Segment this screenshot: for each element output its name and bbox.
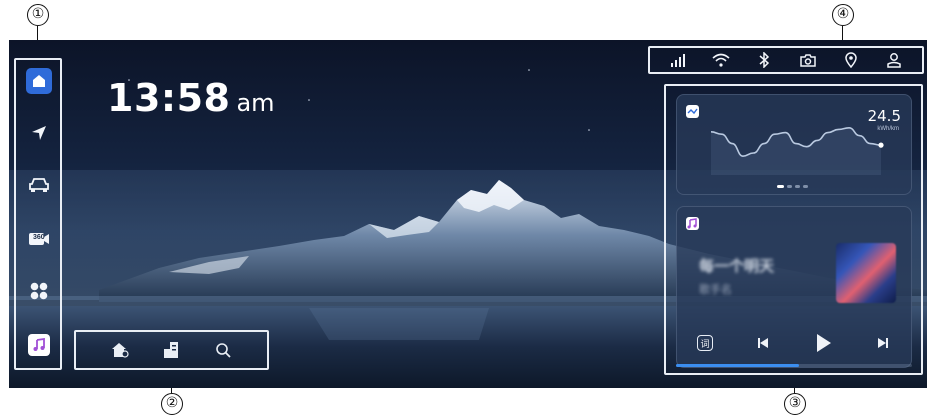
page-dots: [777, 185, 808, 188]
callout-4: ④: [832, 4, 854, 26]
playback-progress-fill: [676, 364, 799, 367]
left-sidebar: 360: [14, 58, 62, 370]
album-art[interactable]: [836, 243, 896, 303]
home-icon[interactable]: [26, 68, 52, 94]
location-pin-icon: [842, 51, 860, 69]
user-icon[interactable]: [885, 51, 903, 69]
energy-current-point: [878, 142, 884, 148]
previous-track-icon[interactable]: [753, 333, 773, 353]
callout-2: ②: [161, 393, 183, 415]
next-track-icon[interactable]: [873, 333, 893, 353]
music-note-icon[interactable]: [28, 334, 50, 356]
figure: ① ④ ② ③ 360 13:58 am 24.5 kWh/km 每一个明天 歌…: [0, 0, 927, 417]
play-icon[interactable]: [813, 333, 833, 353]
callout-1: ①: [27, 4, 49, 26]
camera-360-label: 360: [33, 234, 45, 241]
wifi-icon: [712, 51, 730, 69]
music-card-icon: [686, 217, 699, 230]
energy-area: [711, 127, 881, 175]
clock-display: 13:58 am: [107, 76, 275, 120]
playback-controls: 词: [677, 330, 913, 356]
page-dot: [787, 185, 792, 188]
playback-progress-bar[interactable]: [676, 364, 912, 367]
page-dot: [795, 185, 800, 188]
widget-panel: 24.5 kWh/km 每一个明天 歌手名 词: [664, 84, 923, 375]
music-card[interactable]: 每一个明天 歌手名 词: [676, 206, 912, 368]
signal-icon: [669, 51, 687, 69]
navigation-arrow-icon[interactable]: [26, 120, 52, 146]
bluetooth-icon: [755, 51, 773, 69]
callout-3: ③: [784, 393, 806, 415]
page-dot: [803, 185, 808, 188]
search-icon[interactable]: [212, 339, 234, 361]
car-icon[interactable]: [26, 172, 52, 198]
lyrics-button[interactable]: 词: [697, 335, 713, 351]
clock-ampm: am: [236, 89, 275, 117]
apps-grid-icon[interactable]: [26, 278, 52, 304]
quick-access-bar: [74, 330, 269, 370]
car-display-screen: 360 13:58 am 24.5 kWh/km 每一个明天 歌手名 词: [9, 40, 927, 388]
song-artist: 歌手名: [699, 284, 732, 296]
clock-time: 13:58: [107, 76, 231, 120]
song-title: 每一个明天: [699, 258, 775, 275]
page-dot: [777, 185, 784, 188]
camera-360-icon[interactable]: 360: [26, 226, 52, 252]
camera-icon: [799, 51, 817, 69]
building-icon[interactable]: [160, 339, 182, 361]
status-bar: [648, 46, 924, 74]
home-settings-icon[interactable]: [109, 339, 131, 361]
energy-line-chart: [710, 127, 884, 175]
energy-card[interactable]: 24.5 kWh/km: [676, 94, 912, 195]
